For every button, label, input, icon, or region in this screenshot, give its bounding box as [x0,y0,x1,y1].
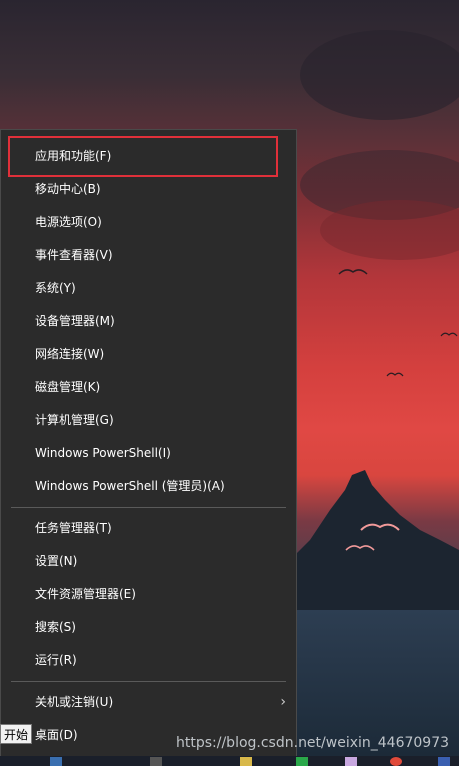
menu-item-label: 文件资源管理器(E) [35,587,136,601]
taskbar-app-icon[interactable] [240,757,252,766]
menu-item-powershell[interactable]: Windows PowerShell(I) [1,437,296,469]
menu-item-file-explorer[interactable]: 文件资源管理器(E) [1,578,296,610]
menu-item-label: 桌面(D) [35,728,78,742]
menu-item-label: Windows PowerShell (管理员)(A) [35,479,225,493]
menu-item-network-connections[interactable]: 网络连接(W) [1,338,296,370]
taskbar-app-icon[interactable] [296,757,308,766]
menu-separator [11,507,286,508]
taskbar-app-icon[interactable] [150,757,162,766]
menu-separator [11,681,286,682]
menu-item-event-viewer[interactable]: 事件查看器(V) [1,239,296,271]
bird-icon [440,332,458,337]
menu-item-task-manager[interactable]: 任务管理器(T) [1,512,296,544]
chevron-right-icon: › [280,694,286,710]
menu-item-label: 任务管理器(T) [35,521,112,535]
menu-item-powershell-admin[interactable]: Windows PowerShell (管理员)(A) [1,470,296,502]
menu-item-system[interactable]: 系统(Y) [1,272,296,304]
start-tooltip: 开始 [0,724,33,744]
power-user-menu: 应用和功能(F) 移动中心(B) 电源选项(O) 事件查看器(V) 系统(Y) … [0,129,297,766]
bird-icon [338,269,368,275]
menu-item-label: 网络连接(W) [35,347,105,361]
menu-item-label: 运行(R) [35,653,77,667]
menu-item-disk-management[interactable]: 磁盘管理(K) [1,371,296,403]
chrome-icon[interactable] [390,757,402,766]
bird-icon [345,545,375,551]
menu-item-label: 设置(N) [35,554,78,568]
cloud-shape [300,30,459,120]
watermark-text: https://blog.csdn.net/weixin_44670973 [176,735,450,751]
menu-item-label: 磁盘管理(K) [35,380,101,394]
menu-item-label: 设备管理器(M) [35,314,115,328]
taskbar-app-icon[interactable] [438,757,450,766]
bird-icon [386,372,404,377]
menu-item-label: 计算机管理(G) [35,413,114,427]
taskbar-app-icon[interactable] [50,757,62,766]
menu-item-label: Windows PowerShell(I) [35,446,171,460]
menu-item-settings[interactable]: 设置(N) [1,545,296,577]
menu-item-shutdown-signout[interactable]: 关机或注销(U) › [1,686,296,718]
bird-icon [360,523,400,531]
menu-item-label: 关机或注销(U) [35,695,114,709]
cloud-shape [320,200,459,260]
menu-item-label: 搜索(S) [35,620,76,634]
menu-item-label: 事件查看器(V) [35,248,113,262]
menu-item-computer-management[interactable]: 计算机管理(G) [1,404,296,436]
menu-item-label: 系统(Y) [35,281,76,295]
menu-item-label: 应用和功能(F) [35,149,112,163]
menu-item-device-manager[interactable]: 设备管理器(M) [1,305,296,337]
taskbar-app-icon[interactable] [345,757,357,766]
menu-item-search[interactable]: 搜索(S) [1,611,296,643]
menu-item-label: 电源选项(O) [35,215,102,229]
menu-item-run[interactable]: 运行(R) [1,644,296,676]
menu-item-apps-and-features[interactable]: 应用和功能(F) [1,140,296,172]
menu-item-label: 移动中心(B) [35,182,101,196]
menu-item-mobility-center[interactable]: 移动中心(B) [1,173,296,205]
menu-item-power-options[interactable]: 电源选项(O) [1,206,296,238]
